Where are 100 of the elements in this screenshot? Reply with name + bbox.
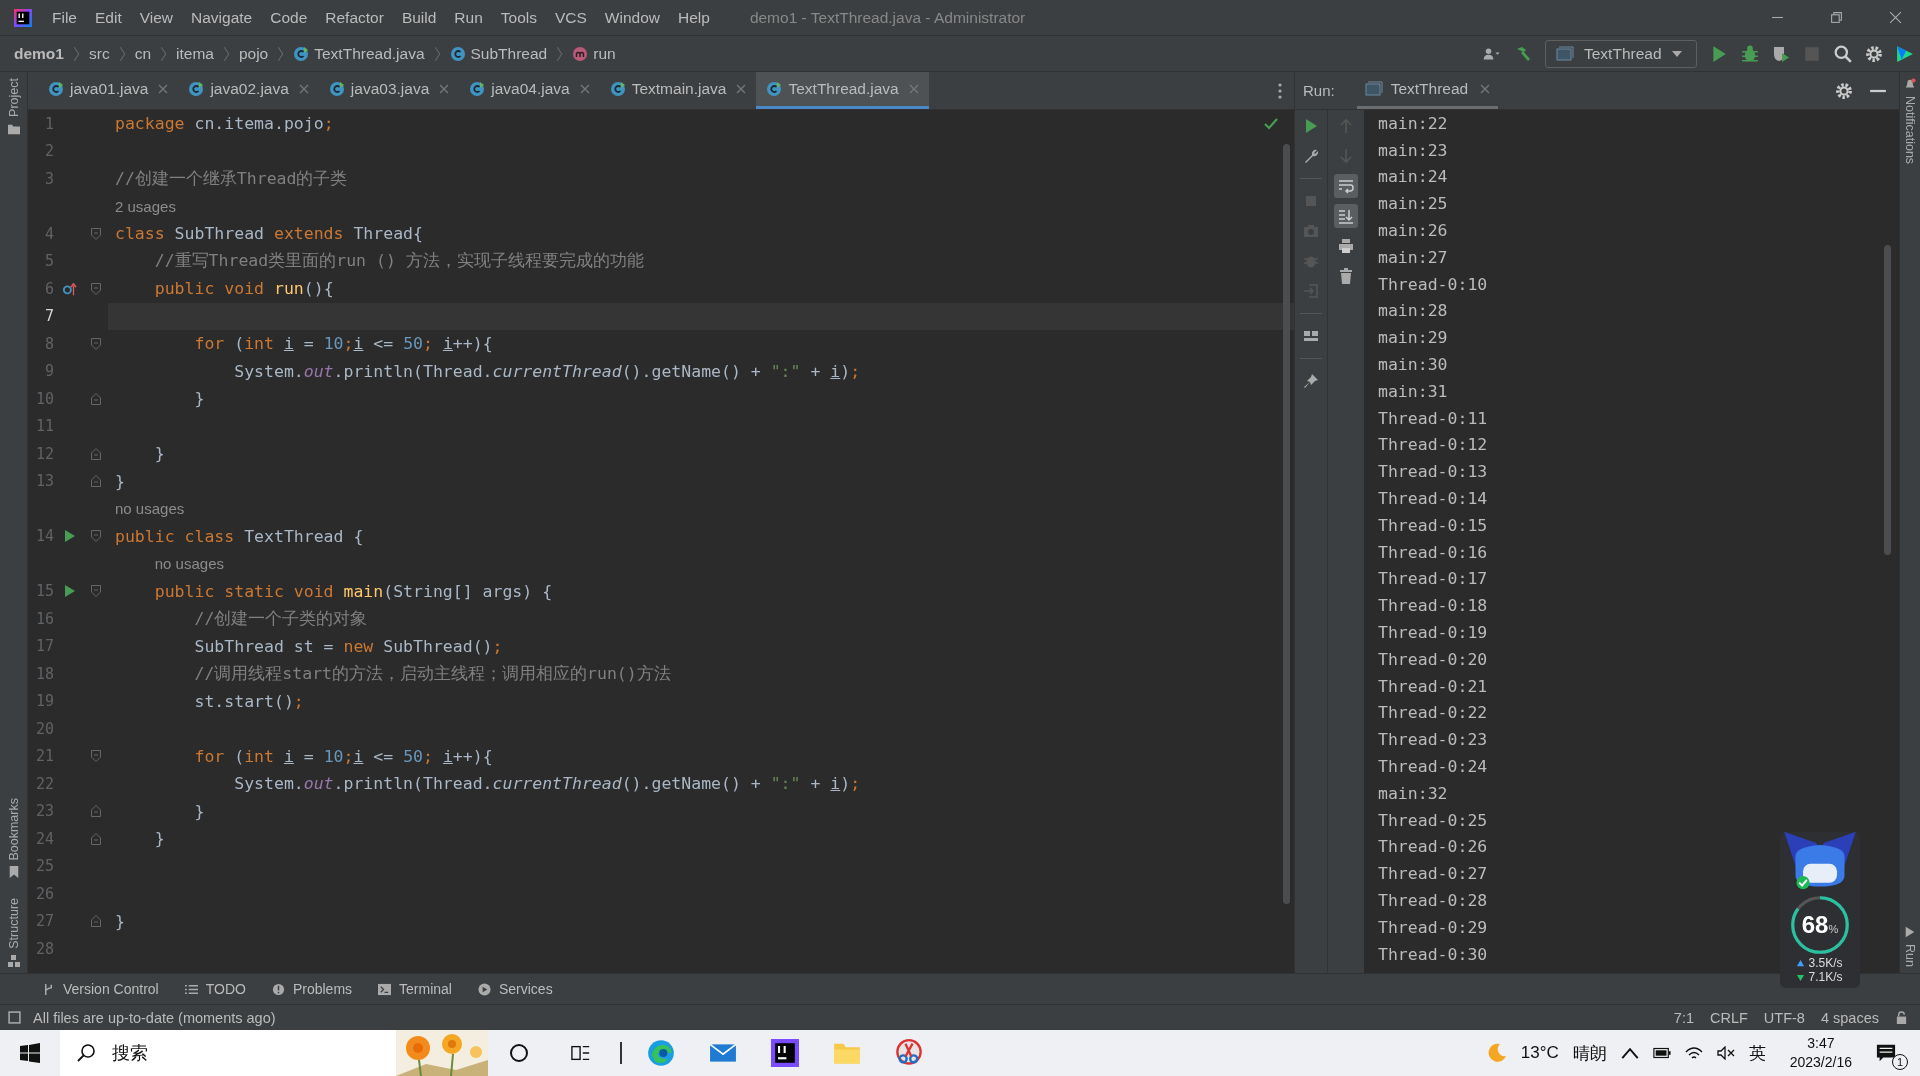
- fold-icon[interactable]: [91, 805, 101, 818]
- restore-icon[interactable]: [1830, 11, 1843, 24]
- fold-icon[interactable]: [91, 530, 101, 543]
- breadcrumb-item[interactable]: demo1: [14, 44, 64, 63]
- menu-item[interactable]: Help: [678, 8, 710, 27]
- chevron-up-icon[interactable]: [1620, 1046, 1639, 1060]
- soft-wrap-icon[interactable]: [1334, 174, 1358, 198]
- tool-tab[interactable]: Version Control: [42, 981, 159, 997]
- fold-icon[interactable]: [91, 915, 101, 928]
- status-item[interactable]: 7:1: [1673, 1009, 1694, 1026]
- intellij-icon[interactable]: [771, 1039, 799, 1067]
- bug-icon[interactable]: [1741, 44, 1759, 63]
- lock-icon[interactable]: [1895, 1011, 1908, 1024]
- scrollbar[interactable]: [1283, 144, 1290, 904]
- fold-icon[interactable]: [91, 227, 101, 240]
- settings-icon[interactable]: [1835, 81, 1853, 100]
- scroll-end-icon[interactable]: [1334, 204, 1358, 228]
- breadcrumb-item[interactable]: SubThread: [449, 44, 548, 63]
- editor-tab[interactable]: TextThread.java: [756, 72, 929, 109]
- tool-tab[interactable]: TODO: [184, 981, 246, 997]
- menu-item[interactable]: View: [139, 8, 174, 27]
- usage-hint[interactable]: 2 usages: [115, 196, 176, 216]
- breadcrumb-item[interactable]: cn: [134, 44, 151, 63]
- fold-icon[interactable]: [91, 750, 101, 763]
- editor-tab[interactable]: Textmain.java: [599, 72, 757, 109]
- weather-condition[interactable]: 晴朗: [1572, 1041, 1607, 1065]
- layout-icon[interactable]: [1303, 328, 1319, 344]
- side-tab[interactable]: Project: [6, 78, 21, 117]
- fold-icon[interactable]: [91, 337, 101, 350]
- breadcrumb-item[interactable]: src: [88, 44, 110, 63]
- side-tab[interactable]: Notifications: [1903, 96, 1917, 165]
- temperature[interactable]: 13°C: [1520, 1043, 1559, 1063]
- plugin-logo-icon[interactable]: [1896, 44, 1914, 63]
- square-icon[interactable]: [8, 1011, 21, 1024]
- status-item[interactable]: UTF-8: [1763, 1009, 1805, 1026]
- settings-icon[interactable]: [1865, 44, 1883, 63]
- side-tab[interactable]: Bookmarks: [6, 797, 21, 861]
- input-method-indicator[interactable]: 英: [1748, 1041, 1766, 1065]
- rerun-icon[interactable]: [1303, 118, 1319, 134]
- moon-icon[interactable]: [1486, 1043, 1507, 1063]
- menu-item[interactable]: Navigate: [191, 8, 253, 27]
- close-icon[interactable]: [736, 84, 747, 94]
- pin-icon[interactable]: [1303, 373, 1319, 389]
- fold-icon[interactable]: [91, 447, 101, 460]
- console-tab[interactable]: TextThread: [1356, 72, 1499, 109]
- fold-icon[interactable]: [91, 832, 101, 845]
- usage-hint[interactable]: no usages: [115, 554, 224, 574]
- menu-item[interactable]: Build: [401, 8, 437, 27]
- clock-time[interactable]: 3:47: [1807, 1034, 1835, 1053]
- close-icon[interactable]: [158, 84, 169, 94]
- close-icon[interactable]: [1480, 84, 1491, 94]
- run-config-dropdown[interactable]: TextThread: [1545, 39, 1697, 68]
- trash-icon[interactable]: [1338, 268, 1354, 284]
- tool-tab[interactable]: Problems: [271, 981, 353, 997]
- breadcrumb-item[interactable]: pojo: [238, 44, 269, 63]
- windows-logo-icon[interactable]: [20, 1043, 40, 1063]
- side-tab[interactable]: Run: [1903, 944, 1917, 967]
- breadcrumb-item[interactable]: itema: [176, 44, 214, 63]
- usage-hint[interactable]: no usages: [115, 499, 185, 519]
- editor-tab[interactable]: java04.java: [459, 72, 600, 109]
- menu-item[interactable]: Edit: [95, 8, 122, 27]
- fold-icon[interactable]: [91, 282, 101, 295]
- search-field[interactable]: 搜索: [60, 1030, 396, 1076]
- status-item[interactable]: 4 spaces: [1820, 1009, 1879, 1026]
- status-item[interactable]: CRLF: [1710, 1009, 1748, 1026]
- scrollbar[interactable]: [1884, 245, 1891, 555]
- notification-icon[interactable]: [1876, 1043, 1896, 1063]
- menu-item[interactable]: Run: [454, 8, 483, 27]
- menu-item[interactable]: Refactor: [325, 8, 384, 27]
- tool-tab[interactable]: Terminal: [378, 981, 452, 997]
- scissors-icon[interactable]: [895, 1039, 923, 1067]
- menu-item[interactable]: Tools: [500, 8, 537, 27]
- menu-item[interactable]: File: [52, 8, 77, 27]
- menu-item[interactable]: Code: [270, 8, 308, 27]
- run-icon[interactable]: [63, 529, 77, 544]
- browser-icon[interactable]: [647, 1039, 675, 1067]
- print-icon[interactable]: [1338, 238, 1354, 254]
- more-icon[interactable]: [1278, 82, 1282, 99]
- breadcrumb-item[interactable]: TextThread.java: [293, 44, 425, 63]
- editor-tab[interactable]: java02.java: [178, 72, 319, 109]
- editor-tab[interactable]: java03.java: [318, 72, 460, 109]
- editor-tab[interactable]: java01.java: [38, 72, 179, 109]
- coverage-icon[interactable]: [1772, 44, 1790, 63]
- close-icon[interactable]: [579, 84, 590, 94]
- close-icon[interactable]: [298, 84, 309, 94]
- override-icon[interactable]: [63, 281, 77, 296]
- circle-icon[interactable]: [509, 1043, 529, 1063]
- wifi-icon[interactable]: [1684, 1046, 1703, 1060]
- menu-item[interactable]: Window: [604, 8, 660, 27]
- clock-date[interactable]: 2023/2/16: [1789, 1053, 1852, 1072]
- tool-tab[interactable]: Services: [477, 981, 553, 997]
- wrench-icon[interactable]: [1303, 148, 1319, 164]
- fold-icon[interactable]: [91, 392, 101, 405]
- fold-icon[interactable]: [91, 585, 101, 598]
- battery-icon[interactable]: [1652, 1046, 1671, 1060]
- side-tab[interactable]: Structure: [6, 898, 21, 949]
- close-icon[interactable]: [439, 84, 450, 94]
- run-icon[interactable]: [63, 584, 77, 599]
- fold-icon[interactable]: [91, 475, 101, 488]
- speaker-muted-icon[interactable]: [1716, 1046, 1735, 1060]
